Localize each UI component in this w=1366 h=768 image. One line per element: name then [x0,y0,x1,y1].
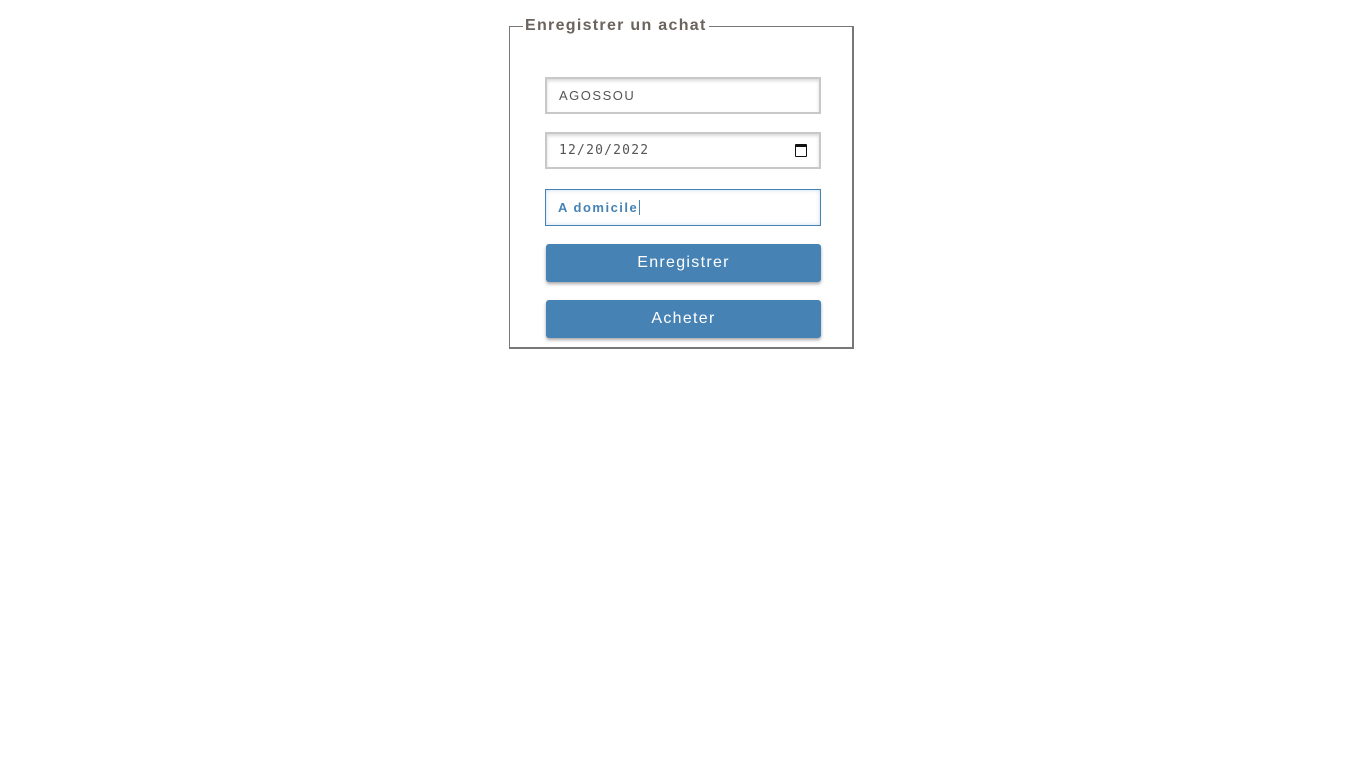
text-caret [639,200,641,215]
date-input[interactable]: 12/20/2022 [545,132,821,169]
date-value: 12/20/2022 [559,143,650,158]
calendar-icon[interactable] [795,144,807,157]
purchase-form: Enregistrer un achat AGOSSOU 12/20/2022 … [509,17,854,349]
register-button[interactable]: Enregistrer [546,244,821,282]
name-value: AGOSSOU [559,88,636,103]
form-legend: Enregistrer un achat [525,17,707,34]
name-input[interactable]: AGOSSOU [545,77,821,114]
delivery-input[interactable]: A domicile [545,189,821,226]
delivery-value: A domicile [558,200,639,215]
buy-button[interactable]: Acheter [546,300,821,338]
